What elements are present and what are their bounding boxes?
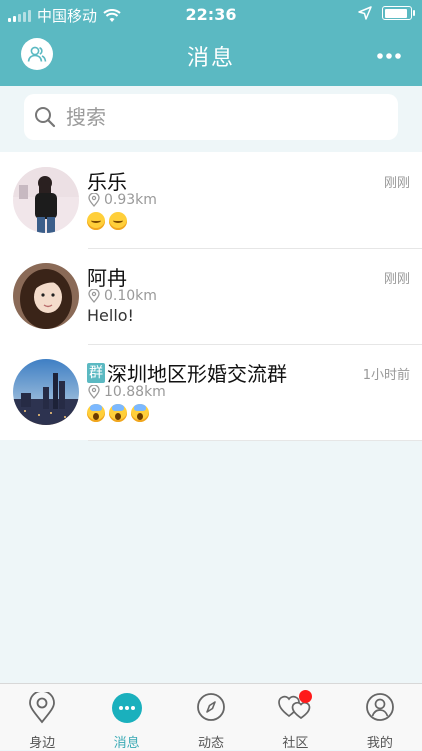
smile-emoji-icon bbox=[109, 211, 127, 230]
compass-icon bbox=[196, 692, 226, 726]
tab-nearby[interactable]: 身边 bbox=[0, 684, 84, 751]
group-name: 深圳地区形婚交流群 bbox=[107, 362, 287, 386]
search-input[interactable] bbox=[64, 104, 368, 130]
smile-emoji-icon bbox=[87, 211, 105, 230]
tab-messages[interactable]: 消息 bbox=[84, 684, 168, 751]
conversation-name: 阿冉 bbox=[87, 266, 127, 290]
location-arrow-icon bbox=[358, 6, 372, 20]
conversation-item[interactable]: 阿冉 刚刚 0.10km Hello! bbox=[0, 248, 422, 344]
more-dots-icon bbox=[377, 53, 401, 59]
last-message: Hello! bbox=[87, 306, 134, 325]
scream-emoji-icon bbox=[87, 403, 105, 422]
avatar bbox=[13, 263, 79, 329]
tab-label: 我的 bbox=[366, 736, 393, 751]
conversation-name: 乐乐 bbox=[87, 170, 127, 194]
scream-emoji-icon bbox=[131, 403, 149, 422]
distance-value: 0.93km bbox=[104, 192, 157, 208]
conversation-item[interactable]: 乐乐 刚刚 0.93km bbox=[0, 152, 422, 248]
chat-bubble-icon bbox=[111, 692, 143, 728]
conversation-time: 刚刚 bbox=[383, 176, 410, 191]
tab-me[interactable]: 我的 bbox=[338, 684, 422, 751]
conversation-name: 群深圳地区形婚交流群 bbox=[87, 358, 287, 387]
distance-value: 0.10km bbox=[104, 288, 157, 304]
location-pin-icon bbox=[88, 289, 100, 303]
conversation-item[interactable]: 群深圳地区形婚交流群 1小时前 10.88km bbox=[0, 344, 422, 441]
tab-label: 消息 bbox=[113, 736, 140, 751]
distance: 0.93km bbox=[88, 192, 157, 208]
location-pin-icon bbox=[28, 690, 56, 728]
top-area: 中国移动 22:36 消息 bbox=[0, 0, 422, 86]
location-pin-icon bbox=[88, 193, 100, 207]
location-pin-icon bbox=[88, 385, 100, 399]
search-area bbox=[0, 86, 422, 150]
page-title: 消息 bbox=[186, 46, 235, 71]
tab-bar: 身边 消息 动态 社区 我的 bbox=[0, 683, 422, 751]
notification-badge bbox=[298, 690, 312, 703]
tab-moments[interactable]: 动态 bbox=[169, 684, 253, 751]
status-bar: 中国移动 22:36 bbox=[0, 0, 422, 28]
more-button[interactable] bbox=[376, 42, 402, 62]
distance: 0.10km bbox=[88, 288, 157, 304]
last-message bbox=[87, 210, 131, 230]
scream-emoji-icon bbox=[109, 403, 127, 422]
tab-label: 身边 bbox=[29, 736, 56, 751]
search-icon bbox=[34, 106, 56, 128]
avatar bbox=[13, 359, 79, 425]
distance: 10.88km bbox=[88, 384, 166, 400]
conversation-list: 乐乐 刚刚 0.93km 阿冉 刚刚 0.10km Hello! 群 深圳地区形… bbox=[0, 152, 422, 441]
tab-community[interactable]: 社区 bbox=[253, 684, 337, 751]
conversation-time: 1小时前 bbox=[362, 368, 410, 383]
conversation-time: 刚刚 bbox=[383, 272, 410, 287]
distance-value: 10.88km bbox=[104, 384, 166, 400]
nav-bar: 消息 bbox=[0, 30, 422, 86]
avatar bbox=[13, 167, 79, 233]
battery-icon bbox=[382, 6, 415, 20]
search-bar[interactable] bbox=[24, 94, 398, 140]
person-icon bbox=[365, 692, 395, 726]
group-badge: 群 bbox=[87, 362, 105, 383]
tab-label: 动态 bbox=[198, 736, 225, 751]
tab-label: 社区 bbox=[282, 736, 309, 751]
last-message bbox=[87, 402, 153, 422]
